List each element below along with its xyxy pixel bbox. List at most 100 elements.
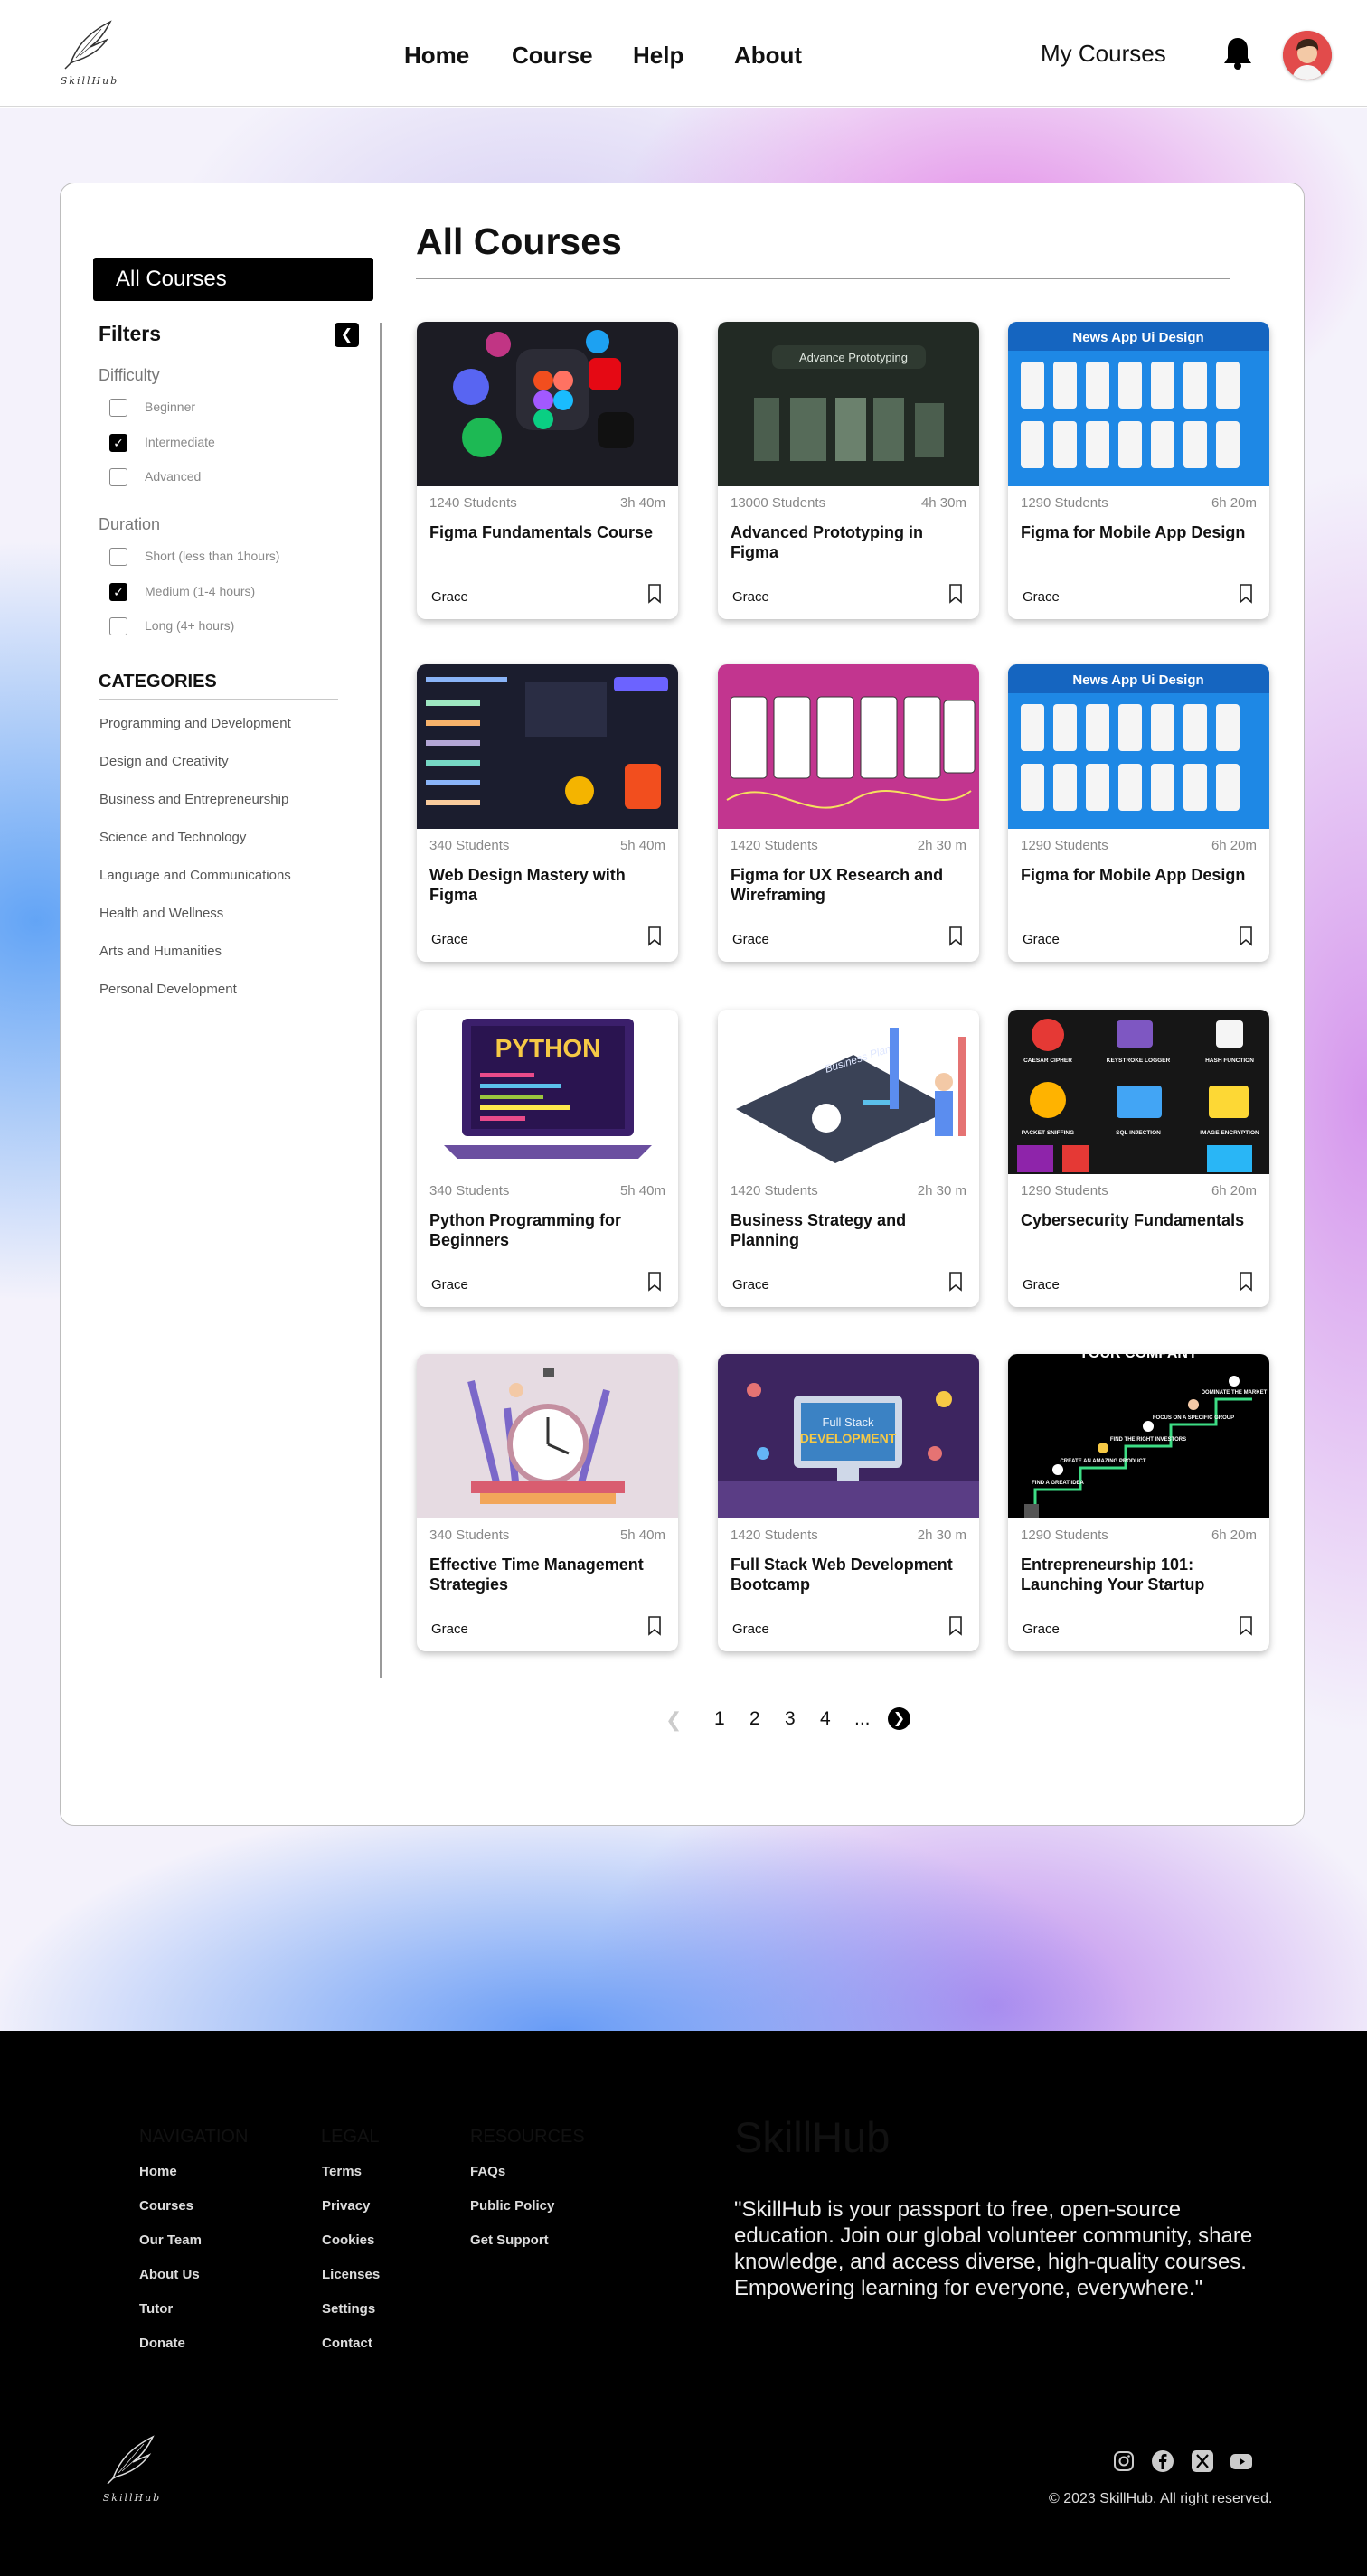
- pagination-page[interactable]: 1: [714, 1708, 725, 1730]
- category-item[interactable]: Language and Communications: [99, 868, 291, 883]
- footer-link[interactable]: Licenses: [322, 2267, 380, 2282]
- course-card[interactable]: 340 Students 5h 40m Web Design Mastery w…: [417, 664, 678, 962]
- collapse-filters-button[interactable]: ❮: [335, 323, 359, 347]
- bookmark-icon[interactable]: [948, 584, 963, 604]
- course-title[interactable]: Advanced Prototyping in Figma: [731, 522, 957, 562]
- footer-link[interactable]: Settings: [322, 2301, 375, 2317]
- all-courses-button[interactable]: All Courses: [93, 258, 373, 301]
- thumbnail-label: HASH FUNCTION: [1205, 1058, 1254, 1064]
- course-card[interactable]: News App Ui Design 1290 Students 6h 20m …: [1008, 322, 1269, 619]
- footer-link[interactable]: Contact: [322, 2336, 372, 2351]
- bookmark-icon[interactable]: [948, 926, 963, 946]
- my-courses-link[interactable]: My Courses: [1041, 40, 1166, 68]
- course-title[interactable]: Python Programming for Beginners: [429, 1210, 655, 1250]
- category-item[interactable]: Design and Creativity: [99, 754, 229, 769]
- course-title[interactable]: Effective Time Management Strategies: [429, 1555, 655, 1594]
- footer-link[interactable]: Courses: [139, 2198, 193, 2214]
- thumbnail-label: FIND THE RIGHT INVESTORS: [1110, 1437, 1186, 1443]
- bookmark-icon[interactable]: [647, 1272, 662, 1292]
- facebook-icon[interactable]: [1151, 2449, 1174, 2473]
- course-card[interactable]: 1420 Students 2h 30 m Figma for UX Resea…: [718, 664, 979, 962]
- pagination-page[interactable]: 2: [749, 1708, 760, 1730]
- course-title[interactable]: Web Design Mastery with Figma: [429, 865, 655, 905]
- bookmark-icon[interactable]: [647, 1616, 662, 1636]
- footer-link[interactable]: Donate: [139, 2336, 185, 2351]
- pagination-next-button[interactable]: ❯: [888, 1707, 910, 1730]
- footer-link[interactable]: Public Policy: [470, 2198, 554, 2214]
- footer-link[interactable]: Terms: [322, 2164, 362, 2179]
- footer-link[interactable]: FAQs: [470, 2164, 505, 2179]
- nav-help[interactable]: Help: [633, 42, 684, 70]
- category-item[interactable]: Arts and Humanities: [99, 944, 222, 959]
- category-item[interactable]: Science and Technology: [99, 830, 246, 845]
- footer-link[interactable]: Get Support: [470, 2233, 549, 2248]
- category-item[interactable]: Health and Wellness: [99, 906, 223, 921]
- nav-course[interactable]: Course: [512, 42, 593, 70]
- thumbnail-label: Advance Prototyping: [799, 351, 908, 364]
- course-card[interactable]: CAESAR CIPHER KEYSTROKE LOGGER HASH FUNC…: [1008, 1010, 1269, 1307]
- course-card[interactable]: Advance Prototyping 13000 Students 4h 30…: [718, 322, 979, 619]
- checkbox[interactable]: [109, 617, 127, 635]
- page-title: All Courses: [416, 221, 622, 262]
- course-card[interactable]: PYTHON 340 Students 5h 40m Python Progra…: [417, 1010, 678, 1307]
- bookmark-icon[interactable]: [1239, 1272, 1253, 1292]
- option-label: Short (less than 1hours): [145, 549, 280, 563]
- footer-link[interactable]: Cookies: [322, 2233, 374, 2248]
- category-item[interactable]: Business and Entrepreneurship: [99, 792, 288, 807]
- course-title[interactable]: Figma for UX Research and Wireframing: [731, 865, 957, 905]
- option-label: Beginner: [145, 400, 196, 414]
- instagram-icon[interactable]: [1112, 2449, 1136, 2473]
- nav-home[interactable]: Home: [404, 42, 469, 70]
- footer-link[interactable]: Our Team: [139, 2233, 202, 2248]
- checkbox[interactable]: [109, 548, 127, 566]
- course-thumbnail: News App Ui Design: [1008, 664, 1269, 829]
- checkbox[interactable]: [109, 399, 127, 417]
- bell-icon[interactable]: [1222, 36, 1253, 71]
- footer-link[interactable]: Home: [139, 2164, 177, 2179]
- course-title[interactable]: Entrepreneurship 101: Launching Your Sta…: [1021, 1555, 1247, 1594]
- category-item[interactable]: Programming and Development: [99, 716, 291, 731]
- course-title[interactable]: Cybersecurity Fundamentals: [1021, 1210, 1247, 1230]
- footer-link[interactable]: Privacy: [322, 2198, 370, 2214]
- course-card[interactable]: YOUR COMPANY FIND A GREAT IDEA CREATE AN…: [1008, 1354, 1269, 1651]
- pagination-page[interactable]: 3: [785, 1708, 796, 1730]
- avatar[interactable]: [1283, 31, 1332, 80]
- course-title[interactable]: Business Strategy and Planning: [731, 1210, 957, 1250]
- checkbox[interactable]: [109, 468, 127, 486]
- x-icon[interactable]: [1191, 2449, 1214, 2473]
- thumbnail-label: PACKET SNIFFING: [1022, 1130, 1074, 1136]
- footer-legal-title: LEGAL: [321, 2127, 380, 2147]
- course-duration: 5h 40m: [619, 838, 665, 853]
- course-title[interactable]: Figma Fundamentals Course: [429, 522, 655, 542]
- footer-link[interactable]: About Us: [139, 2267, 200, 2282]
- bookmark-icon[interactable]: [647, 584, 662, 604]
- category-item[interactable]: Personal Development: [99, 982, 237, 997]
- checkbox-checked[interactable]: ✓: [109, 434, 127, 452]
- nav-about[interactable]: About: [734, 42, 802, 70]
- checkbox-checked[interactable]: ✓: [109, 583, 127, 601]
- footer-logo[interactable]: SkillHub: [98, 2431, 166, 2504]
- bookmark-icon[interactable]: [1239, 1616, 1253, 1636]
- course-card[interactable]: News App Ui Design 1290 Students 6h 20m …: [1008, 664, 1269, 962]
- course-thumbnail: Business Plan: [718, 1010, 979, 1174]
- pagination-page[interactable]: 4: [820, 1708, 831, 1730]
- logo[interactable]: SkillHub: [58, 16, 121, 89]
- course-title[interactable]: Figma for Mobile App Design: [1021, 865, 1247, 885]
- course-card[interactable]: 340 Students 5h 40m Effective Time Manag…: [417, 1354, 678, 1651]
- course-duration: 2h 30 m: [917, 1183, 966, 1199]
- course-card[interactable]: Full Stack DEVELOPMENT 1420 Students 2h …: [718, 1354, 979, 1651]
- course-title[interactable]: Figma for Mobile App Design: [1021, 522, 1247, 542]
- pagination-prev-button[interactable]: ❮: [665, 1708, 682, 1732]
- course-title[interactable]: Full Stack Web Development Bootcamp: [731, 1555, 957, 1594]
- bookmark-icon[interactable]: [948, 1272, 963, 1292]
- course-card[interactable]: 1240 Students 3h 40m Figma Fundamentals …: [417, 322, 678, 619]
- bookmark-icon[interactable]: [948, 1616, 963, 1636]
- bookmark-icon[interactable]: [1239, 584, 1253, 604]
- footer-link[interactable]: Tutor: [139, 2301, 173, 2317]
- student-count: 1290 Students: [1021, 1183, 1108, 1199]
- bookmark-icon[interactable]: [1239, 926, 1253, 946]
- footer-brand: SkillHub: [734, 2113, 891, 2161]
- course-card[interactable]: Business Plan 1420 Students 2h 30 m Busi…: [718, 1010, 979, 1307]
- youtube-icon[interactable]: [1230, 2449, 1253, 2473]
- bookmark-icon[interactable]: [647, 926, 662, 946]
